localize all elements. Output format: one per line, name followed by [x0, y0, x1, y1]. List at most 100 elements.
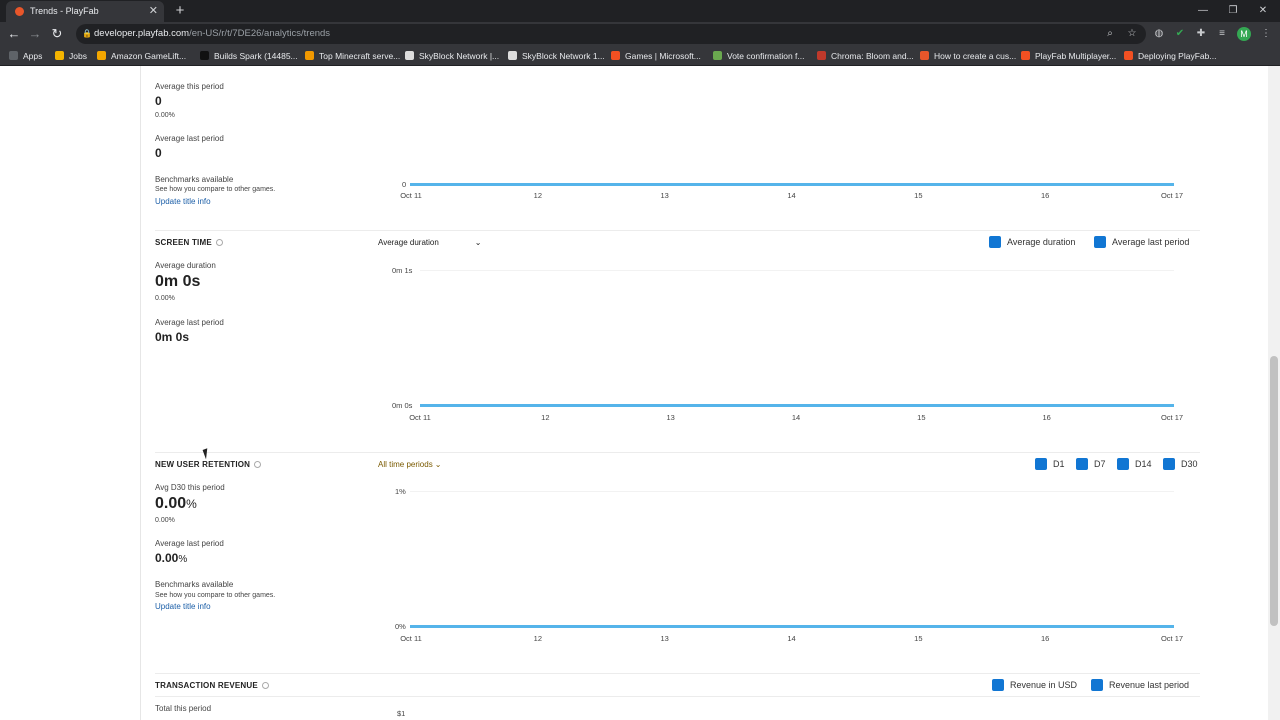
bookmark-item[interactable]: SkyBlock Network 1...	[508, 46, 605, 66]
profile-avatar[interactable]: M	[1237, 27, 1251, 41]
legend-item[interactable]: D7	[1076, 458, 1106, 470]
avg-last-unit: %	[178, 554, 188, 565]
bookmark-favicon-icon	[817, 51, 826, 60]
menu-kebab-icon[interactable]: ⋮	[1259, 26, 1273, 42]
legend-item[interactable]: D14	[1117, 458, 1152, 470]
x-tick-label: Oct 11	[409, 413, 431, 422]
bookmark-item[interactable]: Top Minecraft serve...	[305, 46, 400, 66]
restore-icon[interactable]: ❐	[1218, 0, 1248, 22]
avg-d30-value: 0.00%	[155, 495, 197, 513]
screen-time-dropdown[interactable]: Average duration ⌄	[378, 238, 482, 247]
page-scrollbar[interactable]	[1268, 66, 1280, 720]
bookmark-item[interactable]: Amazon GameLift...	[97, 46, 186, 66]
legend-label: Revenue last period	[1109, 680, 1190, 690]
bookmark-item[interactable]: Builds Spark (14485...	[200, 46, 298, 66]
legend-item[interactable]: Revenue in USD	[992, 679, 1077, 691]
bookmarks-bar: Apps Jobs Amazon GameLift... Builds Spark (…	[0, 46, 1280, 66]
update-title-info-link[interactable]: Update title info	[155, 197, 211, 206]
x-tick-label: Oct 17	[1160, 413, 1184, 422]
window-close-icon[interactable]: ✕	[1248, 0, 1278, 22]
avg-last-number: 0.00	[155, 551, 179, 565]
x-tick-label: 14	[787, 191, 796, 200]
legend-item[interactable]: D1	[1035, 458, 1065, 470]
tab-close-icon[interactable]: ✕	[149, 1, 158, 22]
bookmark-item[interactable]: How to create a cus...	[920, 46, 1016, 66]
legend-swatch-icon	[992, 679, 1004, 691]
bookmark-item[interactable]: Vote confirmation f...	[713, 46, 804, 66]
avg-last-period-label: Average last period	[155, 318, 224, 327]
info-icon[interactable]	[254, 461, 262, 468]
bookmark-label: SkyBlock Network 1...	[522, 51, 605, 61]
left-navigation	[0, 66, 141, 720]
revenue-title-text: TRANSACTION REVENUE	[155, 681, 258, 690]
update-title-info-link[interactable]: Update title info	[155, 602, 211, 611]
retention-dropdown[interactable]: All time periods ⌄	[378, 460, 441, 469]
chevron-down-icon: ⌄	[474, 238, 482, 247]
extension-check-icon[interactable]: ✔	[1173, 26, 1187, 42]
avg-d30-unit: %	[186, 497, 197, 511]
bookmark-item[interactable]: SkyBlock Network |...	[405, 46, 499, 66]
chevron-down-icon: ⌄	[434, 460, 442, 469]
chart-y-top-label: 0m 1s	[392, 266, 413, 275]
legend-item[interactable]: Revenue last period	[1091, 679, 1189, 691]
retention-title: NEW USER RETENTION	[155, 460, 262, 469]
x-tick-label: 13	[660, 191, 669, 200]
avg-d30-change: 0.00%	[155, 517, 175, 524]
bookmark-item[interactable]: PlayFab Multiplayer...	[1021, 46, 1116, 66]
zoom-icon[interactable]: ⌕	[1103, 26, 1117, 42]
info-icon[interactable]	[261, 682, 269, 689]
avg-this-period-label: Average this period	[155, 82, 224, 91]
bookmark-label: PlayFab Multiplayer...	[1035, 51, 1117, 61]
legend-item[interactable]: D30	[1163, 458, 1198, 470]
legend-item[interactable]: Average last period	[1094, 236, 1189, 248]
bookmark-item[interactable]: Games | Microsoft...	[611, 46, 701, 66]
bookmark-star-icon[interactable]: ☆	[1125, 26, 1139, 42]
chart-series-line	[410, 183, 1174, 186]
bookmark-label: SkyBlock Network |...	[419, 51, 500, 61]
extension-globe-icon[interactable]: ◍	[1152, 26, 1166, 42]
info-icon[interactable]	[215, 239, 223, 246]
section-divider	[155, 452, 1200, 453]
legend-label: Average last period	[1112, 237, 1190, 247]
x-tick-label: Oct 17	[1160, 634, 1184, 643]
legend-swatch-icon	[1163, 458, 1175, 470]
benchmarks-subtitle: See how you compare to other games.	[155, 592, 276, 599]
chart-y-top-label: 1%	[395, 487, 406, 496]
minimize-icon[interactable]: —	[1188, 0, 1218, 22]
browser-tab[interactable]: Trends - PlayFab ✕	[6, 1, 164, 22]
new-tab-icon[interactable]: +	[172, 0, 188, 22]
bookmark-item[interactable]: Deploying PlayFab...	[1124, 46, 1216, 66]
forward-icon[interactable]: →	[25, 22, 45, 46]
screen-time-dropdown-value: Average duration	[378, 238, 439, 247]
media-queue-icon[interactable]: ≡	[1215, 26, 1229, 42]
reload-icon[interactable]: ↻	[47, 22, 67, 46]
back-icon[interactable]: ←	[4, 22, 24, 46]
screen-time-title-text: SCREEN TIME	[155, 238, 212, 247]
x-tick-label: 16	[1042, 413, 1051, 422]
benchmarks-title: Benchmarks available	[155, 580, 234, 589]
bookmark-item[interactable]: Apps	[9, 46, 42, 66]
tab-title: Trends - PlayFab	[30, 6, 99, 16]
scrollbar-thumb[interactable]	[1270, 356, 1278, 626]
bookmark-item[interactable]: Chroma: Bloom and...	[817, 46, 914, 66]
bookmark-item[interactable]: Jobs	[55, 46, 87, 66]
extensions-puzzle-icon[interactable]: ✚	[1194, 26, 1208, 42]
legend-item[interactable]: Average duration	[989, 236, 1075, 248]
playfab-favicon-icon	[15, 7, 24, 16]
legend-swatch-icon	[1094, 236, 1106, 248]
bookmark-favicon-icon	[200, 51, 209, 60]
avg-this-period-change: 0.00%	[155, 112, 175, 119]
x-tick-label: 15	[914, 634, 923, 643]
avg-last-period-value: 0m 0s	[155, 330, 190, 344]
screen-time-title: SCREEN TIME	[155, 238, 223, 247]
address-bar[interactable]: 🔒 developer.playfab.com/en-US/r/t/7DE26/…	[76, 24, 1146, 44]
avg-d30-label: Avg D30 this period	[155, 483, 225, 492]
url-path: /en-US/r/t/7DE26/analytics/trends	[189, 28, 331, 39]
section-divider	[155, 696, 1200, 697]
legend-swatch-icon	[1076, 458, 1088, 470]
x-tick-label: Oct 11	[400, 634, 422, 643]
legend-label: Revenue in USD	[1010, 680, 1078, 690]
bookmark-favicon-icon	[305, 51, 314, 60]
x-tick-label: 14	[787, 634, 796, 643]
chart-gridline	[420, 270, 1174, 271]
